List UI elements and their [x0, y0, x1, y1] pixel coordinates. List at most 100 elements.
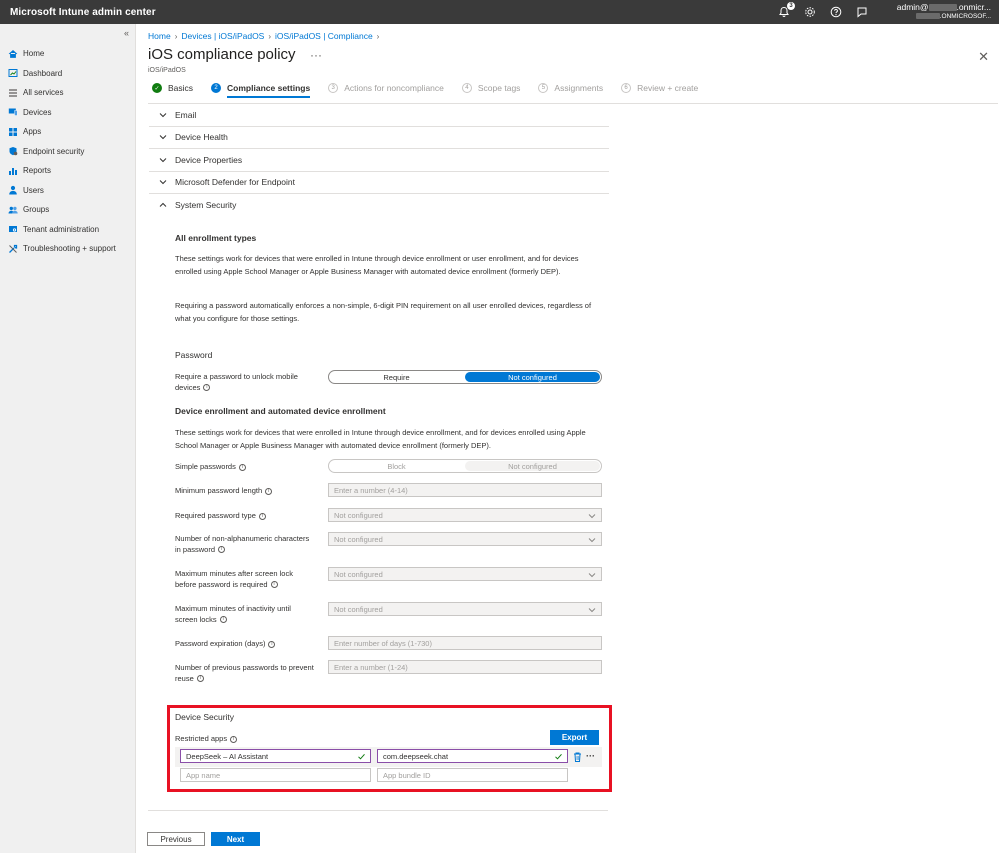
step-number: 5	[538, 83, 549, 93]
breadcrumb-devices-ios[interactable]: Devices | iOS/iPadOS	[181, 31, 264, 41]
account-menu[interactable]: admin@ .onmicr... .ONMICROSOF...	[873, 2, 991, 22]
not-configured-option[interactable]: Not configured	[465, 372, 600, 382]
sidebar-item-all-services[interactable]: All services	[0, 83, 136, 103]
wizard-steps: ✓ Basics 2 Compliance settings 3 Actions…	[152, 81, 716, 98]
step-label: Compliance settings	[227, 83, 311, 98]
groups-icon	[8, 205, 18, 215]
max-minutes-lock-select[interactable]: Not configured	[328, 567, 602, 581]
section-system-security[interactable]: System Security	[149, 194, 609, 217]
breadcrumb-home[interactable]: Home	[148, 31, 171, 41]
bundle-id-input[interactable]: com.deepseek.chat	[377, 749, 568, 763]
new-app-name-input[interactable]: App name	[180, 768, 371, 782]
non-alpha-select[interactable]: Not configured	[328, 532, 602, 546]
info-icon[interactable]: i	[258, 512, 266, 520]
min-length-input[interactable]: Enter a number (4-14)	[328, 483, 602, 497]
sidebar-item-label: Groups	[23, 205, 50, 215]
info-icon[interactable]: i	[268, 640, 276, 648]
sidebar-item-reports[interactable]: Reports	[0, 161, 136, 181]
redacted-block	[915, 13, 940, 20]
sidebar-item-home[interactable]: Home	[0, 44, 136, 64]
password-heading: Password	[175, 350, 213, 360]
step-label: Actions for noncompliance	[344, 83, 444, 93]
info-icon[interactable]: i	[218, 546, 226, 554]
checkmark-icon	[554, 752, 563, 761]
section-email[interactable]: Email	[149, 104, 609, 127]
expiration-input[interactable]: Enter number of days (1-730)	[328, 636, 602, 650]
section-device-properties[interactable]: Device Properties	[149, 149, 609, 172]
sidebar-item-groups[interactable]: Groups	[0, 200, 136, 220]
next-button[interactable]: Next	[211, 832, 260, 846]
prev-passwords-text: Number of previous passwords to prevent …	[175, 663, 314, 683]
step-scope-tags[interactable]: 4 Scope tags	[461, 83, 521, 93]
require-option[interactable]: Require	[329, 371, 464, 383]
step-number: 4	[461, 83, 472, 93]
close-button[interactable]: ✕	[978, 49, 989, 65]
app-title[interactable]: Microsoft Intune admin center	[0, 7, 156, 18]
sidebar-item-label: Troubleshooting + support	[23, 244, 116, 254]
chevron-down-icon	[588, 536, 596, 544]
chevron-down-icon	[159, 132, 169, 142]
prev-passwords-input[interactable]: Enter a number (1-24)	[328, 660, 602, 674]
sidebar-item-label: Endpoint security	[23, 146, 85, 156]
required-type-label: Required password type i	[175, 511, 315, 522]
section-defender-endpoint[interactable]: Microsoft Defender for Endpoint	[149, 172, 609, 194]
step-assignments[interactable]: 5 Assignments	[538, 83, 603, 93]
export-button[interactable]: Export	[550, 730, 599, 745]
settings-sections: Email Device Health Device Properties Mi…	[149, 104, 609, 217]
breadcrumb-ios-compliance[interactable]: iOS/iPadOS | Compliance	[275, 31, 373, 41]
block-option[interactable]: Block	[329, 460, 464, 472]
info-icon[interactable]: i	[203, 384, 211, 392]
step-label: Scope tags	[477, 83, 521, 93]
require-password-label: Require a password to unlock mobile devi…	[175, 372, 315, 393]
new-bundle-id-input[interactable]: App bundle ID	[377, 768, 568, 782]
checkmark-icon	[357, 752, 366, 761]
all-enrollment-description: These settings work for devices that wer…	[175, 254, 579, 276]
expiration-label: Password expiration (days) i	[175, 639, 315, 650]
section-label: Microsoft Defender for Endpoint	[175, 177, 296, 188]
require-password-toggle[interactable]: Require Not configured	[328, 370, 602, 384]
restricted-apps-label: Restricted apps i	[175, 734, 315, 745]
sidebar-item-devices[interactable]: Devices	[0, 103, 136, 123]
step-review-create[interactable]: 6 Review + create	[621, 83, 698, 93]
sidebar-item-label: Apps	[23, 127, 42, 137]
chevron-down-icon	[159, 110, 169, 120]
max-inactivity-select[interactable]: Not configured	[328, 602, 602, 616]
trash-icon[interactable]	[573, 752, 582, 762]
devices-icon	[8, 107, 18, 117]
step-compliance-settings[interactable]: 2 Compliance settings	[211, 83, 311, 98]
feedback-icon[interactable]	[855, 5, 869, 19]
simple-passwords-toggle[interactable]: Block Not configured	[328, 459, 602, 473]
info-icon[interactable]: i	[270, 581, 278, 589]
top-bar: Microsoft Intune admin center 3 admin@ .o…	[0, 0, 999, 24]
info-icon[interactable]: i	[265, 487, 273, 495]
non-alpha-value: Not configured	[334, 534, 383, 544]
sidebar-item-troubleshooting[interactable]: Troubleshooting + support	[0, 239, 136, 259]
sidebar-item-tenant-administration[interactable]: Tenant administration	[0, 220, 136, 240]
step-basics[interactable]: ✓ Basics	[152, 83, 193, 93]
sidebar-item-dashboard[interactable]: Dashboard	[0, 64, 136, 84]
sidebar-item-endpoint-security[interactable]: Endpoint security	[0, 142, 136, 162]
collapse-sidebar-button[interactable]: «	[124, 28, 129, 38]
step-actions-noncompliance[interactable]: 3 Actions for noncompliance	[328, 83, 444, 93]
tenant-admin-icon	[8, 224, 18, 234]
more-options-button[interactable]: ···	[310, 48, 322, 62]
info-icon[interactable]: i	[196, 675, 204, 683]
app-name-input[interactable]: DeepSeek – AI Assistant	[180, 749, 371, 763]
info-icon[interactable]: i	[219, 616, 227, 624]
row-more-options-button[interactable]: ···	[586, 751, 595, 761]
not-configured-option[interactable]: Not configured	[465, 461, 600, 471]
step-number: 6	[621, 83, 632, 93]
min-length-label: Minimum password length i	[175, 486, 315, 497]
sidebar-item-label: Tenant administration	[23, 224, 100, 234]
help-icon[interactable]	[829, 5, 843, 19]
sidebar-item-apps[interactable]: Apps	[0, 122, 136, 142]
dashboard-icon	[8, 68, 18, 78]
previous-button[interactable]: Previous	[147, 832, 205, 846]
required-type-select[interactable]: Not configured	[328, 508, 602, 522]
section-device-health[interactable]: Device Health	[149, 127, 609, 149]
info-icon[interactable]: i	[230, 735, 238, 743]
notifications-icon[interactable]: 3	[777, 2, 795, 19]
info-icon[interactable]: i	[238, 463, 246, 471]
settings-gear-icon[interactable]	[803, 5, 817, 19]
sidebar-item-users[interactable]: Users	[0, 181, 136, 201]
